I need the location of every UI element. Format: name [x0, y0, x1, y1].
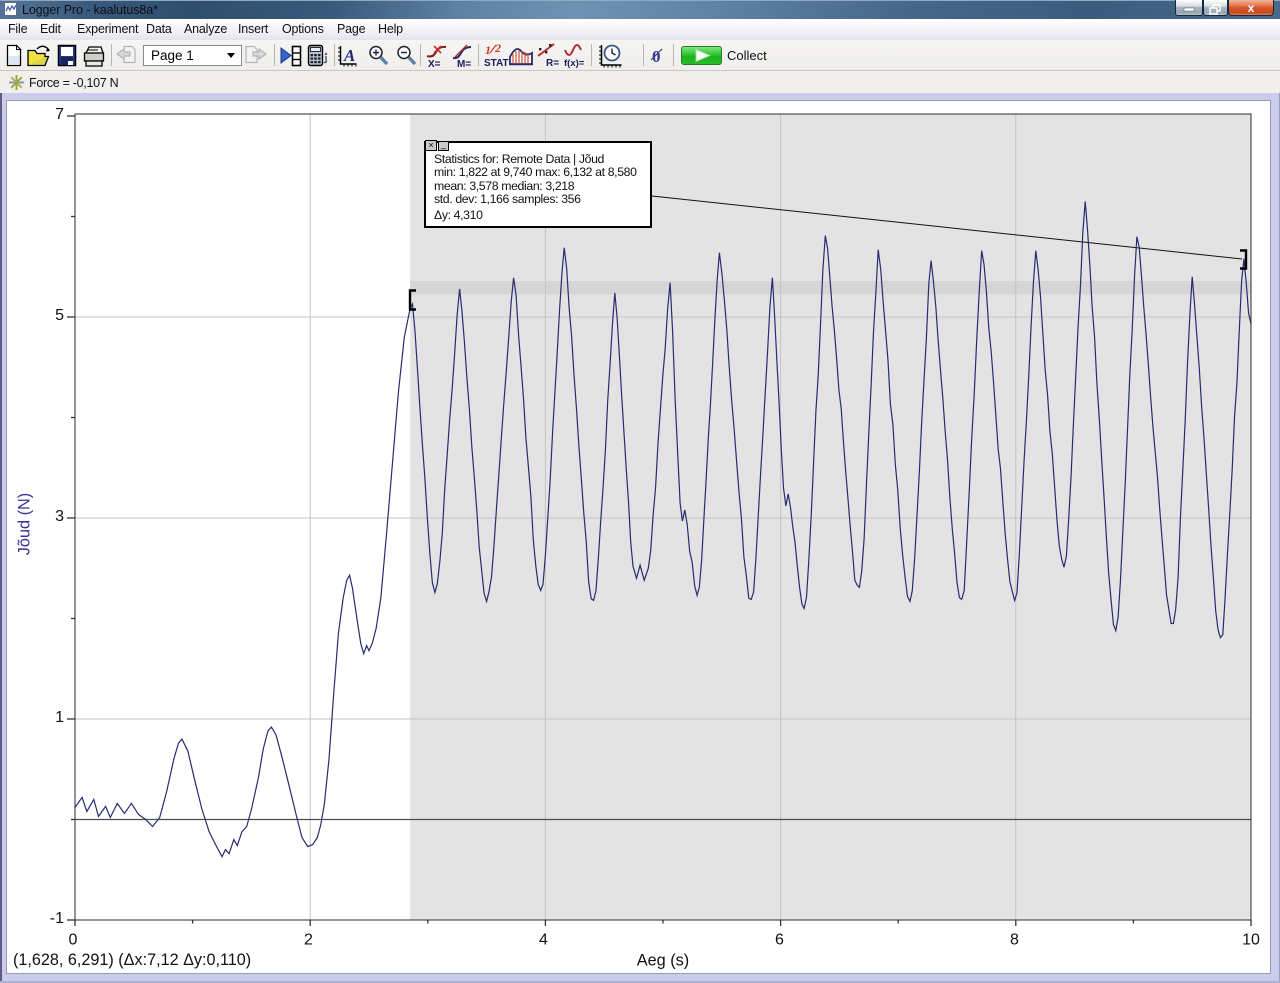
svg-text:5: 5 — [55, 307, 64, 324]
svg-text:7: 7 — [55, 106, 64, 123]
svg-text:10: 10 — [1242, 932, 1260, 949]
svg-text:Aeg (s): Aeg (s) — [637, 952, 689, 970]
svg-text:6: 6 — [775, 932, 784, 949]
svg-text:-1: -1 — [50, 910, 64, 927]
svg-text:0: 0 — [69, 932, 78, 949]
svg-text:1: 1 — [55, 709, 64, 726]
svg-text:Jõud (N): Jõud (N) — [16, 493, 34, 555]
svg-text:3: 3 — [55, 508, 64, 525]
svg-text:4: 4 — [539, 932, 548, 949]
svg-text:2: 2 — [304, 932, 313, 949]
svg-text:8: 8 — [1010, 932, 1019, 949]
